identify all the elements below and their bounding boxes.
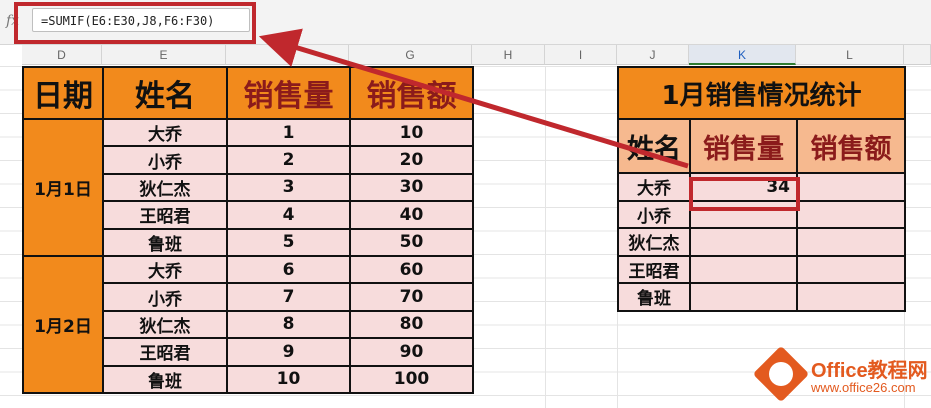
column-header-h[interactable]: H: [472, 45, 545, 65]
name-cell[interactable]: 鲁班: [102, 364, 228, 394]
summary-name-cell[interactable]: 大乔: [617, 172, 691, 202]
amount-cell[interactable]: 100: [349, 364, 474, 394]
quantity-cell[interactable]: 1: [226, 117, 351, 148]
amount-cell[interactable]: 60: [349, 254, 474, 285]
header-name[interactable]: 姓名: [102, 66, 228, 120]
summary-quantity-cell[interactable]: [689, 227, 798, 257]
column-header-m[interactable]: [904, 45, 931, 65]
summary-name-cell[interactable]: 狄仁杰: [617, 227, 691, 257]
summary-name-cell[interactable]: 王昭君: [617, 254, 691, 284]
header-date[interactable]: 日期: [22, 66, 104, 120]
table-row: 王昭君: [617, 254, 906, 284]
logo-url: www.office26.com: [811, 380, 916, 395]
name-cell[interactable]: 王昭君: [102, 200, 228, 230]
summary-amount-cell[interactable]: [796, 282, 906, 312]
quantity-cell[interactable]: 9: [226, 337, 351, 367]
table-row: 狄仁杰: [617, 227, 906, 257]
name-cell[interactable]: 鲁班: [102, 227, 228, 257]
fx-icon[interactable]: fx: [6, 13, 19, 29]
summary-amount-cell[interactable]: [796, 199, 906, 229]
column-header-e[interactable]: E: [102, 45, 226, 65]
name-cell[interactable]: 狄仁杰: [102, 172, 228, 203]
summary-quantity-cell[interactable]: [689, 199, 798, 229]
header-amount[interactable]: 销售额: [349, 66, 474, 120]
column-header-g[interactable]: G: [349, 45, 472, 65]
date-cell[interactable]: 1月1日: [22, 118, 104, 257]
quantity-cell[interactable]: 8: [226, 309, 351, 340]
summary-header-amount[interactable]: 销售额: [796, 118, 906, 174]
summary-quantity-cell[interactable]: [689, 254, 798, 284]
name-cell[interactable]: 王昭君: [102, 337, 228, 367]
amount-cell[interactable]: 30: [349, 172, 474, 203]
summary-header-quantity[interactable]: 销售量: [689, 118, 798, 174]
column-header-j[interactable]: J: [617, 45, 689, 65]
header-quantity[interactable]: 销售量: [226, 66, 351, 120]
amount-cell[interactable]: 10: [349, 117, 474, 148]
summary-name-cell[interactable]: 鲁班: [617, 282, 691, 312]
summary-title[interactable]: 1月销售情况统计: [617, 66, 906, 120]
formula-input[interactable]: =SUMIF(E6:E30,J8,F6:F30): [32, 8, 250, 32]
quantity-cell[interactable]: 3: [226, 172, 351, 203]
summary-quantity-cell[interactable]: 34: [689, 172, 798, 202]
summary-name-cell[interactable]: 小乔: [617, 199, 691, 229]
amount-cell[interactable]: 40: [349, 200, 474, 230]
summary-amount-cell[interactable]: [796, 172, 906, 202]
amount-cell[interactable]: 80: [349, 309, 474, 340]
summary-amount-cell[interactable]: [796, 254, 906, 284]
summary-quantity-cell[interactable]: [689, 282, 798, 312]
amount-cell[interactable]: 90: [349, 337, 474, 367]
column-header-f[interactable]: F: [226, 45, 349, 65]
amount-cell[interactable]: 20: [349, 145, 474, 175]
column-header-d[interactable]: D: [22, 45, 102, 65]
sales-detail-table: 日期 姓名 销售量 销售额 1月1日 大乔 1 10 小乔 2 20 狄仁杰 3…: [22, 66, 474, 394]
date-cell[interactable]: 1月2日: [22, 254, 104, 394]
table-row: 1月2日 大乔 6 60: [22, 254, 474, 394]
column-header-i[interactable]: I: [545, 45, 617, 65]
summary-amount-cell[interactable]: [796, 227, 906, 257]
quantity-cell[interactable]: 10: [226, 364, 351, 394]
table-row: 小乔: [617, 199, 906, 229]
table-row: 1月1日 大乔 1 10: [22, 117, 474, 257]
column-header-l[interactable]: L: [796, 45, 904, 65]
table-row: 鲁班: [617, 282, 906, 312]
column-header-k[interactable]: K: [689, 45, 796, 65]
name-cell[interactable]: 大乔: [102, 117, 228, 148]
quantity-cell[interactable]: 6: [226, 254, 351, 285]
table-row: 大乔 34: [617, 172, 906, 202]
summary-header-name[interactable]: 姓名: [617, 118, 691, 174]
sales-summary-table: 1月销售情况统计 姓名 销售量 销售额 大乔 34 小乔 狄仁杰 王昭君 鲁班: [617, 66, 906, 312]
grid-line: [545, 66, 546, 408]
office-logo: Office教程网 www.office26.com: [745, 345, 931, 408]
quantity-cell[interactable]: 2: [226, 145, 351, 175]
name-cell[interactable]: 小乔: [102, 145, 228, 175]
name-cell[interactable]: 小乔: [102, 282, 228, 312]
formula-bar: fx =SUMIF(E6:E30,J8,F6:F30): [0, 0, 931, 45]
quantity-cell[interactable]: 7: [226, 282, 351, 312]
office-logo-icon: [752, 345, 810, 403]
amount-cell[interactable]: 50: [349, 227, 474, 257]
logo-name: Office教程网: [811, 360, 928, 382]
name-cell[interactable]: 狄仁杰: [102, 309, 228, 340]
quantity-cell[interactable]: 4: [226, 200, 351, 230]
quantity-cell[interactable]: 5: [226, 227, 351, 257]
name-cell[interactable]: 大乔: [102, 254, 228, 285]
amount-cell[interactable]: 70: [349, 282, 474, 312]
